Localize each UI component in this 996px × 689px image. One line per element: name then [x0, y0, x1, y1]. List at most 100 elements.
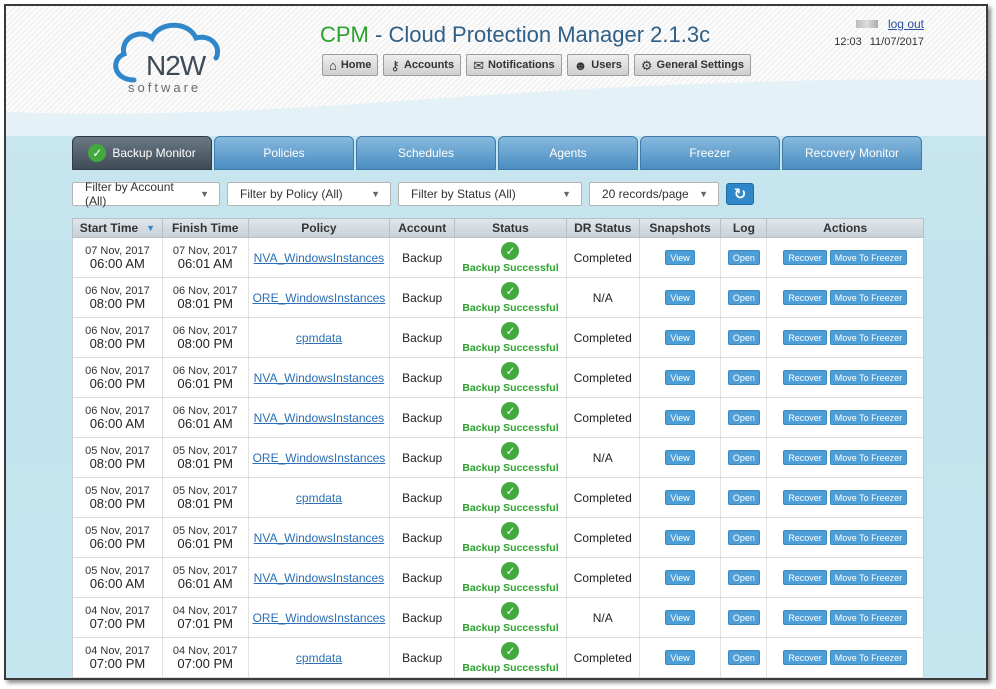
table-row: 06 Nov, 2017 08:00 PM 06 Nov, 2017 08:00…: [72, 318, 924, 358]
start-date: 07 Nov, 2017: [85, 244, 150, 257]
logo-text: N2W: [146, 50, 206, 81]
n2w-logo: N2W software: [106, 18, 226, 98]
dr-status-text: Completed: [573, 250, 632, 265]
move-to-freezer-button[interactable]: Move To Freezer: [829, 330, 908, 345]
open-log-button[interactable]: Open: [727, 610, 760, 625]
policy-link[interactable]: cpmdata: [296, 651, 342, 665]
policy-link[interactable]: NVA_WindowsInstances: [254, 411, 385, 425]
view-snapshots-button[interactable]: View: [665, 610, 695, 625]
recover-button[interactable]: Recover: [783, 570, 827, 585]
open-log-button[interactable]: Open: [727, 530, 760, 545]
refresh-button[interactable]: ↻: [726, 183, 754, 205]
logout-link[interactable]: log out: [888, 17, 924, 31]
policy-link[interactable]: cpmdata: [296, 491, 342, 505]
policy-link[interactable]: ORE_WindowsInstances: [253, 451, 386, 465]
recover-button[interactable]: Recover: [783, 610, 827, 625]
policy-link[interactable]: cpmdata: [296, 331, 342, 345]
move-to-freezer-button[interactable]: Move To Freezer: [829, 370, 908, 385]
policy-link[interactable]: NVA_WindowsInstances: [254, 571, 385, 585]
move-to-freezer-button[interactable]: Move To Freezer: [829, 650, 908, 665]
column-header-policy[interactable]: Policy: [249, 219, 391, 237]
tab-backup-monitor[interactable]: ✓ Backup Monitor: [72, 136, 212, 170]
recover-button[interactable]: Recover: [783, 530, 827, 545]
recover-button[interactable]: Recover: [783, 290, 827, 305]
open-log-button[interactable]: Open: [727, 290, 760, 305]
open-log-button[interactable]: Open: [727, 250, 760, 265]
recover-button[interactable]: Recover: [783, 370, 827, 385]
view-snapshots-button[interactable]: View: [665, 570, 695, 585]
tab-agents[interactable]: Agents: [498, 136, 638, 170]
recover-button[interactable]: Recover: [783, 650, 827, 665]
account-cell: Backup: [390, 598, 456, 637]
policy-link[interactable]: ORE_WindowsInstances: [253, 291, 386, 305]
move-to-freezer-button[interactable]: Move To Freezer: [829, 570, 908, 585]
recover-button[interactable]: Recover: [783, 250, 827, 265]
policy-cell: ORE_WindowsInstances: [249, 438, 391, 477]
column-header-start-time[interactable]: Start Time ▼: [73, 219, 163, 237]
view-snapshots-button[interactable]: View: [665, 290, 695, 305]
tab-schedules[interactable]: Schedules: [356, 136, 496, 170]
view-snapshots-button[interactable]: View: [665, 490, 695, 505]
open-log-button[interactable]: Open: [727, 330, 760, 345]
move-to-freezer-button[interactable]: Move To Freezer: [829, 490, 908, 505]
nav-home-label: Home: [340, 59, 372, 71]
dr-status-text: N/A: [592, 610, 613, 625]
nav-notifications-button[interactable]: ✉ Notifications: [466, 54, 562, 76]
chevron-down-icon: ▼: [200, 189, 209, 199]
policy-link[interactable]: NVA_WindowsInstances: [254, 251, 385, 265]
nav-home-button[interactable]: ⌂ Home: [322, 54, 379, 76]
view-snapshots-button[interactable]: View: [665, 370, 695, 385]
check-circle-icon: ✓: [501, 361, 520, 380]
status-filter-select[interactable]: Filter by Status (All) ▼: [398, 182, 582, 206]
view-snapshots-button[interactable]: View: [665, 450, 695, 465]
finish-time: 06:01 PM: [177, 375, 234, 391]
view-snapshots-button[interactable]: View: [665, 330, 695, 345]
view-snapshots-button[interactable]: View: [665, 250, 695, 265]
open-log-button[interactable]: Open: [727, 490, 760, 505]
actions-cell: Recover Move To Freezer: [767, 318, 923, 357]
move-to-freezer-button[interactable]: Move To Freezer: [829, 530, 908, 545]
view-snapshots-button[interactable]: View: [665, 650, 695, 665]
nav-accounts-button[interactable]: ⚷ Accounts: [383, 54, 462, 76]
move-to-freezer-button[interactable]: Move To Freezer: [829, 250, 908, 265]
move-to-freezer-button[interactable]: Move To Freezer: [829, 290, 908, 305]
tab-freezer[interactable]: Freezer: [640, 136, 780, 170]
view-snapshots-button[interactable]: View: [665, 530, 695, 545]
column-header-account[interactable]: Account: [390, 219, 456, 237]
recover-button[interactable]: Recover: [783, 330, 827, 345]
column-header-finish-time[interactable]: Finish Time: [163, 219, 249, 237]
nav-users-button[interactable]: ☻ Users: [566, 54, 629, 76]
open-log-button[interactable]: Open: [727, 570, 760, 585]
log-cell: Open: [721, 518, 768, 557]
tab-recovery-monitor[interactable]: Recovery Monitor: [782, 136, 922, 170]
policy-filter-select[interactable]: Filter by Policy (All) ▼: [227, 182, 391, 206]
table-header: Start Time ▼ Finish Time Policy Account S…: [72, 218, 924, 238]
account-name: Backup: [402, 290, 443, 305]
tab-policies[interactable]: Policies: [214, 136, 354, 170]
column-header-status[interactable]: Status: [455, 219, 567, 237]
policy-link[interactable]: NVA_WindowsInstances: [254, 371, 385, 385]
records-per-page-select[interactable]: 20 records/page ▼: [589, 182, 719, 206]
start-time-cell: 04 Nov, 2017 07:00 PM: [73, 638, 163, 677]
open-log-button[interactable]: Open: [727, 650, 760, 665]
status-cell: ✓ Backup Successful: [455, 518, 567, 557]
column-header-dr-status[interactable]: DR Status: [567, 219, 640, 237]
open-log-button[interactable]: Open: [727, 370, 760, 385]
move-to-freezer-button[interactable]: Move To Freezer: [829, 410, 908, 425]
open-log-button[interactable]: Open: [727, 410, 760, 425]
start-time: 07:00 PM: [89, 615, 146, 631]
recover-button[interactable]: Recover: [783, 450, 827, 465]
open-log-button[interactable]: Open: [727, 450, 760, 465]
nav-general-settings-button[interactable]: ⚙ General Settings: [633, 54, 751, 76]
move-to-freezer-button[interactable]: Move To Freezer: [829, 450, 908, 465]
policy-link[interactable]: NVA_WindowsInstances: [254, 531, 385, 545]
status-cell: ✓ Backup Successful: [455, 478, 567, 517]
view-snapshots-button[interactable]: View: [665, 410, 695, 425]
move-to-freezer-button[interactable]: Move To Freezer: [829, 610, 908, 625]
status-text: Backup Successful: [462, 421, 559, 434]
policy-link[interactable]: ORE_WindowsInstances: [253, 611, 386, 625]
recover-button[interactable]: Recover: [783, 410, 827, 425]
recover-button[interactable]: Recover: [783, 490, 827, 505]
tab-label: Backup Monitor: [112, 146, 196, 160]
account-filter-select[interactable]: Filter by Account (All) ▼: [72, 180, 220, 208]
